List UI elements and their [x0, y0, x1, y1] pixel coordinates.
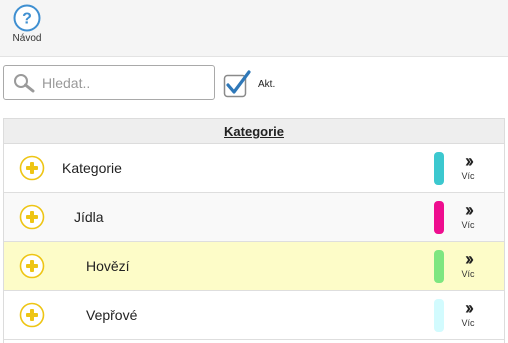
color-indicator [434, 250, 444, 283]
svg-text:?: ? [22, 11, 32, 28]
expand-plus-icon[interactable] [19, 155, 45, 181]
more-button[interactable]: ›› Víc [456, 200, 480, 236]
expand-plus-icon[interactable] [19, 204, 45, 230]
search-icon [14, 74, 35, 93]
table-row[interactable]: Jídla ›› Víc [4, 193, 504, 242]
color-indicator [434, 201, 444, 234]
more-button[interactable]: ›› Víc [456, 249, 480, 285]
more-label: Víc [461, 318, 475, 328]
more-button[interactable]: ›› Víc [456, 298, 480, 334]
table-row-selected[interactable]: Hovězí ›› Víc [4, 242, 504, 291]
row-label: Jídla [74, 209, 104, 225]
more-label: Víc [461, 269, 475, 279]
toolbar: ? Návod [0, 0, 508, 57]
help-icon: ? [13, 4, 41, 32]
category-table: Kategorie Kategorie ›› Víc Jídla ›› Víc [3, 118, 505, 343]
table-header: Kategorie [4, 118, 504, 144]
akt-label: Akt. [258, 79, 276, 90]
akt-checkbox[interactable] [223, 70, 251, 98]
color-indicator [434, 299, 444, 332]
more-label: Víc [461, 220, 475, 230]
row-label: Hovězí [86, 258, 130, 274]
expand-plus-icon[interactable] [19, 302, 45, 328]
double-chevron-right-icon: ›› [465, 151, 474, 171]
table-row[interactable]: Vepřové ›› Víc [4, 291, 504, 340]
row-label: Vepřové [86, 307, 138, 323]
expand-plus-icon[interactable] [19, 253, 45, 279]
checkmark-icon [223, 70, 251, 98]
more-button[interactable]: ›› Víc [456, 151, 480, 187]
double-chevron-right-icon: ›› [465, 298, 474, 318]
color-indicator [434, 152, 444, 185]
row-label: Kategorie [62, 160, 122, 176]
search-input[interactable] [42, 66, 210, 99]
double-chevron-right-icon: ›› [465, 249, 474, 269]
help-label: Návod [12, 33, 42, 44]
help-button[interactable]: ? Návod [9, 4, 45, 52]
sort-header-kategorie[interactable]: Kategorie [224, 124, 284, 139]
search-box[interactable] [3, 65, 215, 100]
more-label: Víc [461, 171, 475, 181]
table-row[interactable]: Kategorie ›› Víc [4, 144, 504, 193]
double-chevron-right-icon: ›› [465, 200, 474, 220]
